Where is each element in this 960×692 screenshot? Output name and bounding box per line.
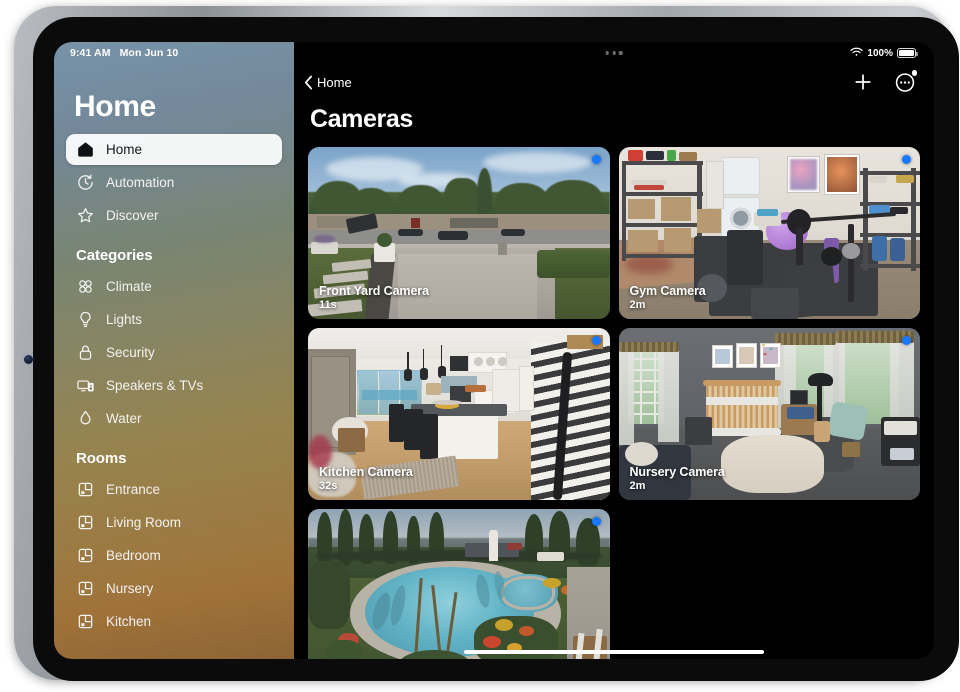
sidebar-item-climate[interactable]: Climate: [66, 271, 282, 302]
camera-label: Pool Camera: [319, 658, 394, 659]
sidebar-item-entrance[interactable]: Entrance: [66, 474, 282, 505]
sidebar-item-label: Discover: [106, 208, 159, 223]
main-status-bar: 100%: [294, 42, 934, 64]
sidebar-item-discover[interactable]: Discover: [66, 200, 282, 231]
ipad-device-frame: 9:41 AM Mon Jun 10 Home Home: [14, 6, 950, 680]
sidebar-item-bedroom[interactable]: Bedroom: [66, 540, 282, 571]
camera-name: Front Yard Camera: [319, 284, 429, 298]
sidebar-item-label: Bedroom: [106, 548, 161, 563]
sidebar-item-label: Climate: [106, 279, 152, 294]
rooms-header: Rooms: [66, 436, 282, 474]
camera-timestamp: 2m: [630, 480, 725, 492]
device-side-indicator: [24, 355, 33, 364]
back-button-label: Home: [317, 75, 352, 90]
back-button[interactable]: Home: [304, 75, 352, 90]
sidebar-item-nursery[interactable]: Nursery: [66, 573, 282, 604]
sidebar-item-label: Speakers & TVs: [106, 378, 203, 393]
nav-actions: [853, 71, 916, 93]
camera-tile-pool[interactable]: Pool Camera: [308, 509, 610, 659]
sidebar: 9:41 AM Mon Jun 10 Home Home: [54, 42, 294, 659]
status-time: 9:41 AM: [70, 47, 111, 59]
recording-indicator: [902, 155, 911, 164]
sidebar-item-label: Lights: [106, 312, 142, 327]
recording-indicator: [592, 517, 601, 526]
recording-indicator: [592, 336, 601, 345]
camera-timestamp: 2m: [630, 299, 706, 311]
sidebar-item-label: Automation: [106, 175, 174, 190]
camera-name: Pool Camera: [319, 658, 394, 659]
multitask-handle[interactable]: [606, 51, 623, 54]
sidebar-item-label: Water: [106, 411, 142, 426]
home-indicator[interactable]: [464, 650, 764, 654]
page-title: Cameras: [294, 100, 934, 147]
star-icon: [76, 206, 95, 225]
sidebar-item-label: Kitchen: [106, 614, 151, 629]
camera-name: Nursery Camera: [630, 465, 725, 479]
water-drop-icon: [76, 409, 95, 428]
room-icon: [76, 546, 95, 565]
room-icon: [76, 480, 95, 499]
house-icon: [76, 140, 95, 159]
room-icon: [76, 513, 95, 532]
sidebar-item-label: Nursery: [106, 581, 153, 596]
camera-label: Gym Camera 2m: [630, 284, 706, 311]
sidebar-title: Home: [66, 64, 282, 134]
camera-feed-pool: [308, 509, 610, 659]
main-content: 100% Home: [294, 42, 934, 659]
sidebar-item-label: Security: [106, 345, 155, 360]
battery-percent-label: 100%: [867, 48, 893, 59]
camera-tile-nursery[interactable]: Nursery Camera 2m: [619, 328, 921, 500]
camera-label: Kitchen Camera 32s: [319, 465, 413, 492]
categories-header: Categories: [66, 233, 282, 271]
sidebar-item-speakers-tvs[interactable]: Speakers & TVs: [66, 370, 282, 401]
sidebar-item-label: Home: [106, 142, 142, 157]
battery-full-icon: [897, 48, 916, 58]
camera-tile-front-yard[interactable]: Front Yard Camera 11s: [308, 147, 610, 319]
camera-tile-kitchen[interactable]: Kitchen Camera 32s: [308, 328, 610, 500]
camera-grid: Front Yard Camera 11s: [294, 147, 934, 659]
sidebar-item-lights[interactable]: Lights: [66, 304, 282, 335]
sidebar-item-security[interactable]: Security: [66, 337, 282, 368]
room-icon: [76, 612, 95, 631]
camera-timestamp: 32s: [319, 480, 413, 492]
more-options-badge: [912, 70, 918, 76]
lightbulb-icon: [76, 310, 95, 329]
navigation-bar: Home: [294, 64, 934, 100]
sidebar-item-water[interactable]: Water: [66, 403, 282, 434]
camera-timestamp: 11s: [319, 299, 429, 311]
clock-arrow-icon: [76, 173, 95, 192]
sidebar-item-automation[interactable]: Automation: [66, 167, 282, 198]
recording-indicator: [902, 336, 911, 345]
add-button[interactable]: [853, 72, 873, 92]
sidebar-status-bar: 9:41 AM Mon Jun 10: [66, 42, 282, 64]
more-options-circle-icon[interactable]: [894, 71, 916, 93]
camera-name: Kitchen Camera: [319, 465, 413, 479]
camera-label: Front Yard Camera 11s: [319, 284, 429, 311]
wifi-icon: [850, 47, 863, 60]
lock-icon: [76, 343, 95, 362]
sidebar-item-living-room[interactable]: Living Room: [66, 507, 282, 538]
status-date: Mon Jun 10: [120, 47, 179, 59]
screenshot-root: 9:41 AM Mon Jun 10 Home Home: [0, 0, 960, 692]
recording-indicator: [592, 155, 601, 164]
sidebar-item-label: Living Room: [106, 515, 181, 530]
sidebar-item-kitchen[interactable]: Kitchen: [66, 606, 282, 637]
room-icon: [76, 579, 95, 598]
camera-name: Gym Camera: [630, 284, 706, 298]
chevron-left-icon: [304, 75, 313, 90]
fan-icon: [76, 277, 95, 296]
status-right-group: 100%: [850, 47, 916, 60]
speaker-tv-icon: [76, 376, 95, 395]
sidebar-item-home[interactable]: Home: [66, 134, 282, 165]
camera-tile-gym[interactable]: Gym Camera 2m: [619, 147, 921, 319]
sidebar-item-label: Entrance: [106, 482, 160, 497]
camera-label: Nursery Camera 2m: [630, 465, 725, 492]
device-screen: 9:41 AM Mon Jun 10 Home Home: [54, 42, 934, 659]
